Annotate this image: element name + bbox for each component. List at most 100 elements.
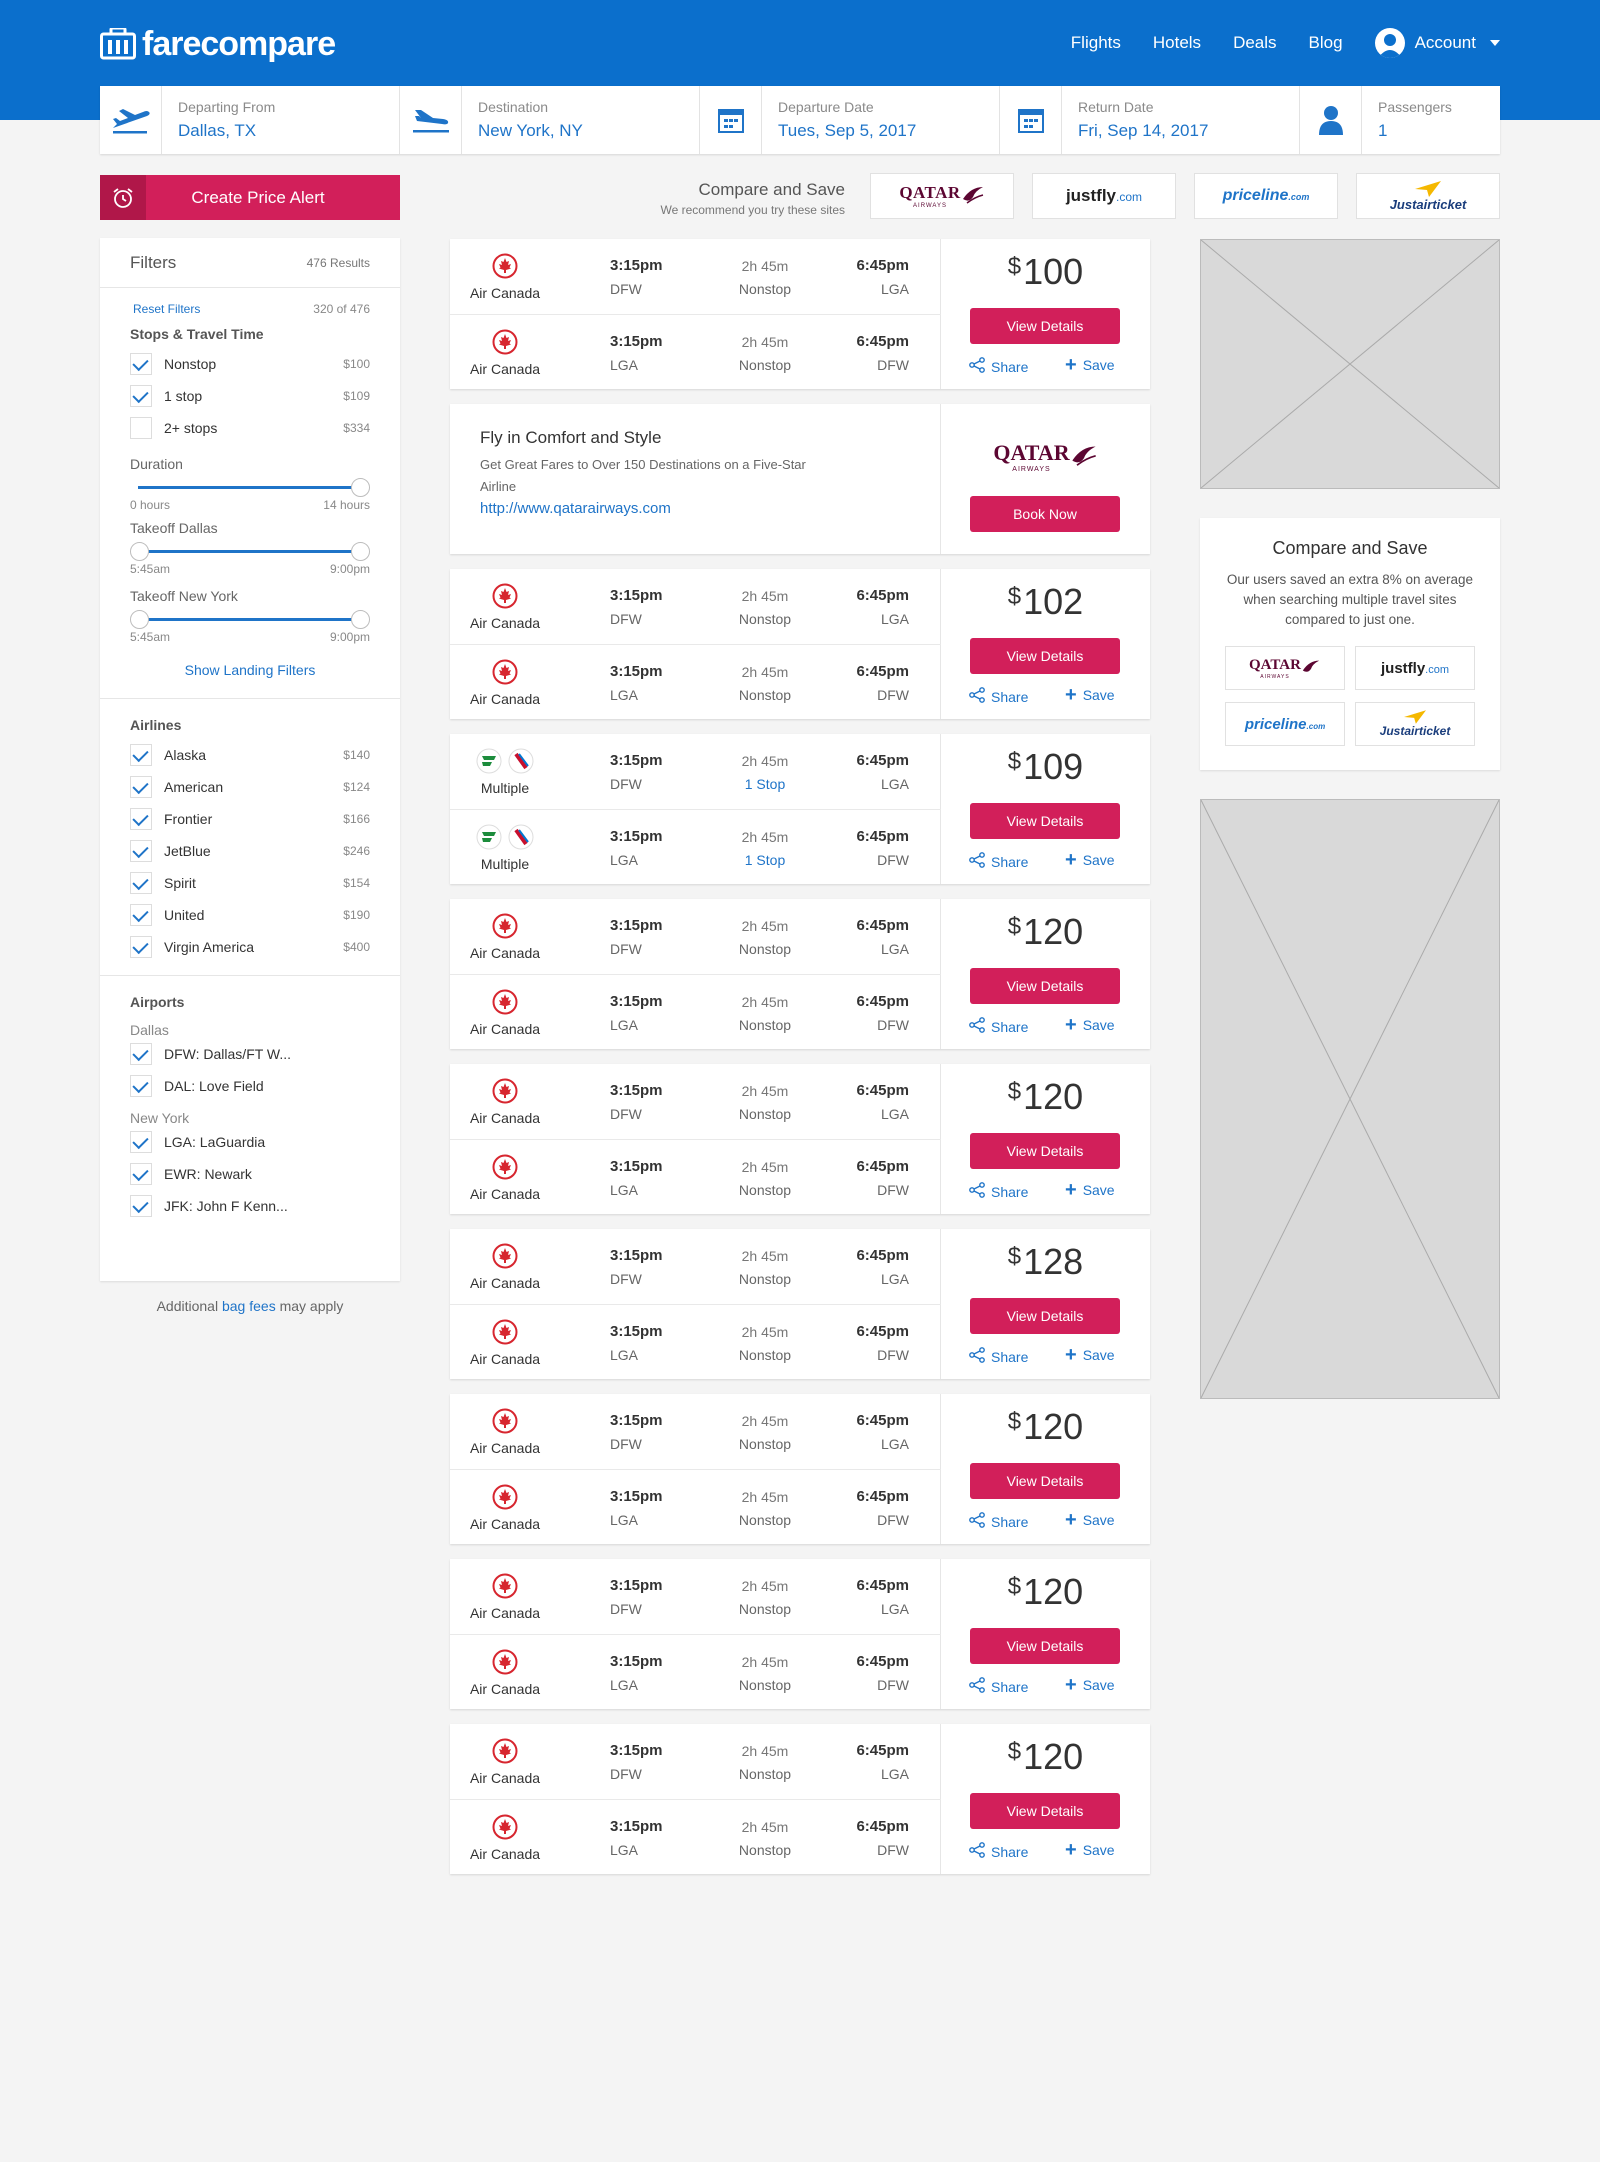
nav-deals[interactable]: Deals xyxy=(1233,33,1276,53)
compare-logo-justfly[interactable]: justfly.com xyxy=(1355,646,1475,690)
checkbox[interactable] xyxy=(130,936,152,958)
partner-priceline[interactable]: priceline.com xyxy=(1194,173,1338,219)
share-button[interactable]: Share xyxy=(969,1347,1028,1366)
nav-flights[interactable]: Flights xyxy=(1071,33,1121,53)
checkbox[interactable] xyxy=(130,744,152,766)
stops-option-2-plus[interactable]: 2+ stops $334 xyxy=(130,412,370,444)
airline-option-alaska[interactable]: Alaska $140 xyxy=(130,739,370,771)
airport-option-jfk[interactable]: JFK: John F Kenn... xyxy=(130,1190,370,1222)
save-button[interactable]: + Save xyxy=(1065,1510,1115,1530)
checkbox[interactable] xyxy=(130,417,152,439)
slider-handle-min[interactable] xyxy=(130,610,149,629)
airline-option-united[interactable]: United $190 xyxy=(130,899,370,931)
save-button[interactable]: + Save xyxy=(1065,1675,1115,1695)
checkbox[interactable] xyxy=(130,385,152,407)
reset-filters-link[interactable]: Reset Filters xyxy=(133,302,200,316)
airport-option-lga[interactable]: LGA: LaGuardia xyxy=(130,1126,370,1158)
create-price-alert-button[interactable]: Create Price Alert xyxy=(100,175,400,220)
checkbox[interactable] xyxy=(130,808,152,830)
share-button[interactable]: Share xyxy=(969,1017,1028,1036)
stops-info[interactable]: 1 Stop xyxy=(710,776,820,792)
checkbox[interactable] xyxy=(130,872,152,894)
view-details-button[interactable]: View Details xyxy=(970,968,1120,1004)
view-details-button[interactable]: View Details xyxy=(970,638,1120,674)
departing-from-field[interactable]: Departing From Dallas, TX xyxy=(100,86,400,154)
checkbox[interactable] xyxy=(130,353,152,375)
save-button[interactable]: + Save xyxy=(1065,685,1115,705)
show-landing-filters-link[interactable]: Show Landing Filters xyxy=(185,662,316,678)
share-button[interactable]: Share xyxy=(969,1842,1028,1861)
stops-info: Nonstop xyxy=(738,1182,792,1198)
airline-option-frontier[interactable]: Frontier $166 xyxy=(130,803,370,835)
stops-option-1-stop[interactable]: 1 stop $109 xyxy=(130,380,370,412)
compare-logo-priceline[interactable]: priceline.com xyxy=(1225,702,1345,746)
flight-leg-outbound: Multiple 3:15pm DFW 2h 45m 1 Stop 6:45pm LGA xyxy=(450,734,941,809)
view-details-button[interactable]: View Details xyxy=(970,1133,1120,1169)
share-button[interactable]: Share xyxy=(969,1182,1028,1201)
save-label: Save xyxy=(1082,1512,1115,1528)
duration-slider[interactable] xyxy=(130,478,370,497)
share-button[interactable]: Share xyxy=(969,852,1028,871)
flight-leg-return: Air Canada 3:15pm LGA 2h 45m Nonstop 6:45pm DF… xyxy=(450,1139,941,1214)
partner-justairticket[interactable]: Justairticket xyxy=(1356,173,1500,219)
view-details-button[interactable]: View Details xyxy=(970,1628,1120,1664)
checkbox[interactable] xyxy=(130,1075,152,1097)
air-canada-logo-icon xyxy=(492,1649,518,1680)
nav-blog[interactable]: Blog xyxy=(1309,33,1343,53)
slider-handle-max[interactable] xyxy=(351,610,370,629)
airline-option-spirit[interactable]: Spirit $154 xyxy=(130,867,370,899)
share-button[interactable]: Share xyxy=(969,357,1028,376)
checkbox[interactable] xyxy=(130,1131,152,1153)
view-details-button[interactable]: View Details xyxy=(970,1793,1120,1829)
slider-handle-min[interactable] xyxy=(130,542,149,561)
departure-date-field[interactable]: Departure Date Tues, Sep 5, 2017 xyxy=(700,86,1000,154)
takeoff-ny-slider[interactable] xyxy=(130,610,370,629)
destination-field[interactable]: Destination New York, NY xyxy=(400,86,700,154)
partner-justfly[interactable]: justfly.com xyxy=(1032,173,1176,219)
account-menu[interactable]: Account xyxy=(1374,28,1500,58)
farecompare-logo[interactable]: farecompare xyxy=(100,24,336,64)
save-button[interactable]: + Save xyxy=(1065,1345,1115,1365)
checkbox[interactable] xyxy=(130,776,152,798)
save-button[interactable]: + Save xyxy=(1065,355,1115,375)
view-details-button[interactable]: View Details xyxy=(970,1298,1120,1334)
airline-option-virgin-america[interactable]: Virgin America $400 xyxy=(130,931,370,963)
checkbox[interactable] xyxy=(130,1195,152,1217)
airport-option-ewr[interactable]: EWR: Newark xyxy=(130,1158,370,1190)
arrival-time: 6:45pm xyxy=(856,1247,909,1264)
airport-option-dfw[interactable]: DFW: Dallas/FT W... xyxy=(130,1038,370,1070)
ad-link[interactable]: http://www.qatarairways.com xyxy=(480,500,671,517)
stops-option-nonstop[interactable]: Nonstop $100 xyxy=(130,348,370,380)
return-date-field[interactable]: Return Date Fri, Sep 14, 2017 xyxy=(1000,86,1300,154)
checkbox[interactable] xyxy=(130,904,152,926)
share-button[interactable]: Share xyxy=(969,687,1028,706)
share-button[interactable]: Share xyxy=(969,1512,1028,1531)
checkbox[interactable] xyxy=(130,1043,152,1065)
flight-leg-return: Air Canada 3:15pm LGA 2h 45m Nonstop 6:45pm DF… xyxy=(450,1469,941,1544)
view-details-button[interactable]: View Details xyxy=(970,308,1120,344)
slider-handle-max[interactable] xyxy=(351,542,370,561)
slider-handle-max[interactable] xyxy=(351,478,370,497)
checkbox[interactable] xyxy=(130,1163,152,1185)
partner-qatar-airways[interactable]: QATAR AIRWAYS xyxy=(870,173,1014,219)
passengers-field[interactable]: Passengers 1 xyxy=(1300,86,1500,154)
stops-info[interactable]: 1 Stop xyxy=(710,852,820,868)
bag-fees-link[interactable]: bag fees xyxy=(222,1298,276,1314)
checkbox[interactable] xyxy=(130,840,152,862)
airport-option-dal[interactable]: DAL: Love Field xyxy=(130,1070,370,1102)
takeoff-dallas-slider[interactable] xyxy=(130,542,370,561)
option-label: DFW: Dallas/FT W... xyxy=(164,1046,292,1062)
share-button[interactable]: Share xyxy=(969,1677,1028,1696)
airline-option-jetblue[interactable]: JetBlue $246 xyxy=(130,835,370,867)
save-button[interactable]: + Save xyxy=(1065,1180,1115,1200)
book-now-button[interactable]: Book Now xyxy=(970,496,1120,532)
airline-option-american[interactable]: American $124 xyxy=(130,771,370,803)
save-button[interactable]: + Save xyxy=(1065,1840,1115,1860)
compare-logo-justairticket[interactable]: Justairticket xyxy=(1355,702,1475,746)
nav-hotels[interactable]: Hotels xyxy=(1153,33,1201,53)
save-button[interactable]: + Save xyxy=(1065,850,1115,870)
compare-logo-qatar[interactable]: QATAR AIRWAYS xyxy=(1225,646,1345,690)
view-details-button[interactable]: View Details xyxy=(970,803,1120,839)
save-button[interactable]: + Save xyxy=(1065,1015,1115,1035)
view-details-button[interactable]: View Details xyxy=(970,1463,1120,1499)
